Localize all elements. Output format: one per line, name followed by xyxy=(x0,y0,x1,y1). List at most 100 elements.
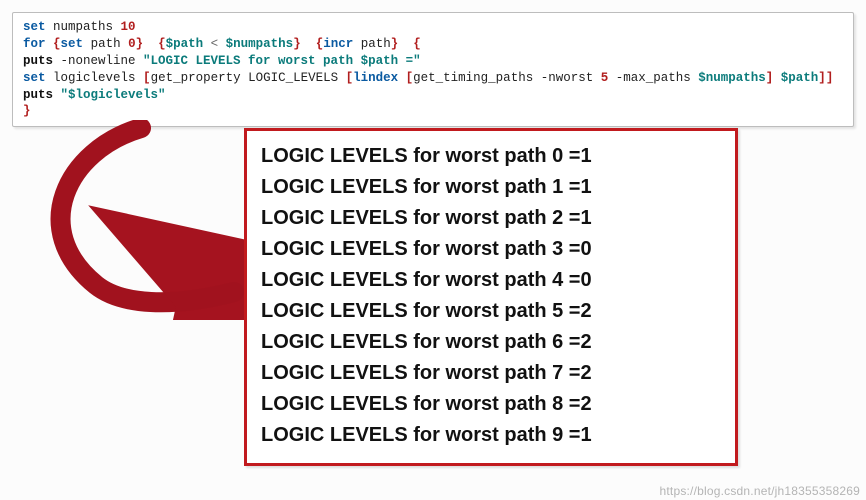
code-token: for xyxy=(23,37,46,51)
output-path-index: 3 xyxy=(552,238,563,260)
output-prefix: LOGIC LEVELS for worst path xyxy=(261,176,552,198)
arrow-graphic xyxy=(36,120,246,320)
code-token: } xyxy=(23,104,31,118)
output-value: 1 xyxy=(581,207,592,229)
output-equals: = xyxy=(563,269,580,291)
output-prefix: LOGIC LEVELS for worst path xyxy=(261,424,552,446)
code-token: $numpaths xyxy=(226,37,294,51)
code-token: logiclevels xyxy=(46,71,144,85)
output-line: LOGIC LEVELS for worst path 1 =1 xyxy=(261,172,721,203)
output-path-index: 6 xyxy=(552,331,563,353)
code-token: { xyxy=(53,37,61,51)
code-token xyxy=(53,88,61,102)
output-value: 1 xyxy=(581,176,592,198)
code-line: puts "$logiclevels" xyxy=(23,87,843,104)
code-token: [ xyxy=(346,71,354,85)
code-token: } xyxy=(136,37,144,51)
output-value: 2 xyxy=(581,331,592,353)
code-token xyxy=(301,37,316,51)
source-watermark: https://blog.csdn.net/jh18355358269 xyxy=(660,484,861,498)
output-line: LOGIC LEVELS for worst path 8 =2 xyxy=(261,389,721,420)
output-line: LOGIC LEVELS for worst path 9 =1 xyxy=(261,420,721,451)
code-token: $path xyxy=(781,71,819,85)
code-token: ] xyxy=(826,71,834,85)
code-line: set numpaths 10 xyxy=(23,19,843,36)
output-line: LOGIC LEVELS for worst path 6 =2 xyxy=(261,327,721,358)
output-equals: = xyxy=(563,176,580,198)
output-equals: = xyxy=(563,238,580,260)
output-equals: = xyxy=(563,207,580,229)
output-prefix: LOGIC LEVELS for worst path xyxy=(261,145,552,167)
output-equals: = xyxy=(563,145,580,167)
output-prefix: LOGIC LEVELS for worst path xyxy=(261,269,552,291)
code-token: -max_paths xyxy=(608,71,698,85)
output-prefix: LOGIC LEVELS for worst path xyxy=(261,393,552,415)
output-prefix: LOGIC LEVELS for worst path xyxy=(261,331,552,353)
output-path-index: 1 xyxy=(552,176,563,198)
output-value: 2 xyxy=(581,393,592,415)
output-path-index: 7 xyxy=(552,362,563,384)
output-equals: = xyxy=(563,393,580,415)
output-value: 2 xyxy=(581,362,592,384)
code-token: [ xyxy=(143,71,151,85)
code-token: -nonewline xyxy=(53,54,143,68)
code-token: 10 xyxy=(121,20,136,34)
code-token: { xyxy=(158,37,166,51)
code-token xyxy=(398,71,406,85)
code-token xyxy=(46,37,54,51)
code-token: lindex xyxy=(353,71,398,85)
code-token xyxy=(398,37,413,51)
output-prefix: LOGIC LEVELS for worst path xyxy=(261,300,552,322)
code-token: get_property LOGIC_LEVELS xyxy=(151,71,346,85)
code-token: incr xyxy=(323,37,353,51)
code-token: { xyxy=(413,37,421,51)
code-token: } xyxy=(293,37,301,51)
output-prefix: LOGIC LEVELS for worst path xyxy=(261,362,552,384)
tcl-code-block: set numpaths 10for {set path 0} {$path <… xyxy=(12,12,854,127)
output-line: LOGIC LEVELS for worst path 3 =0 xyxy=(261,234,721,265)
output-prefix: LOGIC LEVELS for worst path xyxy=(261,207,552,229)
output-line: LOGIC LEVELS for worst path 4 =0 xyxy=(261,265,721,296)
code-token: numpaths xyxy=(46,20,121,34)
code-token: $path xyxy=(166,37,204,51)
output-path-index: 4 xyxy=(552,269,563,291)
code-line: puts -nonewline "LOGIC LEVELS for worst … xyxy=(23,53,843,70)
output-equals: = xyxy=(563,362,580,384)
output-box: LOGIC LEVELS for worst path 0 =1LOGIC LE… xyxy=(244,128,738,466)
output-line: LOGIC LEVELS for worst path 5 =2 xyxy=(261,296,721,327)
output-line: LOGIC LEVELS for worst path 2 =1 xyxy=(261,203,721,234)
code-line: set logiclevels [get_property LOGIC_LEVE… xyxy=(23,70,843,87)
output-value: 1 xyxy=(581,145,592,167)
output-value: 1 xyxy=(581,424,592,446)
code-token: "$logiclevels" xyxy=(61,88,166,102)
output-value: 2 xyxy=(581,300,592,322)
code-token: get_timing_paths -nworst xyxy=(413,71,601,85)
output-line: LOGIC LEVELS for worst path 7 =2 xyxy=(261,358,721,389)
code-token: < xyxy=(203,37,226,51)
code-token: path xyxy=(83,37,128,51)
code-token xyxy=(773,71,781,85)
code-token: puts xyxy=(23,54,53,68)
code-line: } xyxy=(23,103,843,120)
output-line: LOGIC LEVELS for worst path 0 =1 xyxy=(261,141,721,172)
code-token: $numpaths xyxy=(698,71,766,85)
output-value: 0 xyxy=(581,238,592,260)
code-token: 0 xyxy=(128,37,136,51)
output-path-index: 9 xyxy=(552,424,563,446)
code-token: set xyxy=(23,71,46,85)
code-token: set xyxy=(61,37,84,51)
output-path-index: 5 xyxy=(552,300,563,322)
code-token: puts xyxy=(23,88,53,102)
output-prefix: LOGIC LEVELS for worst path xyxy=(261,238,552,260)
code-token: path xyxy=(353,37,391,51)
output-path-index: 8 xyxy=(552,393,563,415)
output-equals: = xyxy=(563,300,580,322)
output-equals: = xyxy=(563,424,580,446)
code-token: ] xyxy=(818,71,826,85)
code-token: set xyxy=(23,20,46,34)
code-line: for {set path 0} {$path < $numpaths} {in… xyxy=(23,36,843,53)
code-token xyxy=(143,37,158,51)
output-path-index: 2 xyxy=(552,207,563,229)
output-equals: = xyxy=(563,331,580,353)
output-path-index: 0 xyxy=(552,145,563,167)
